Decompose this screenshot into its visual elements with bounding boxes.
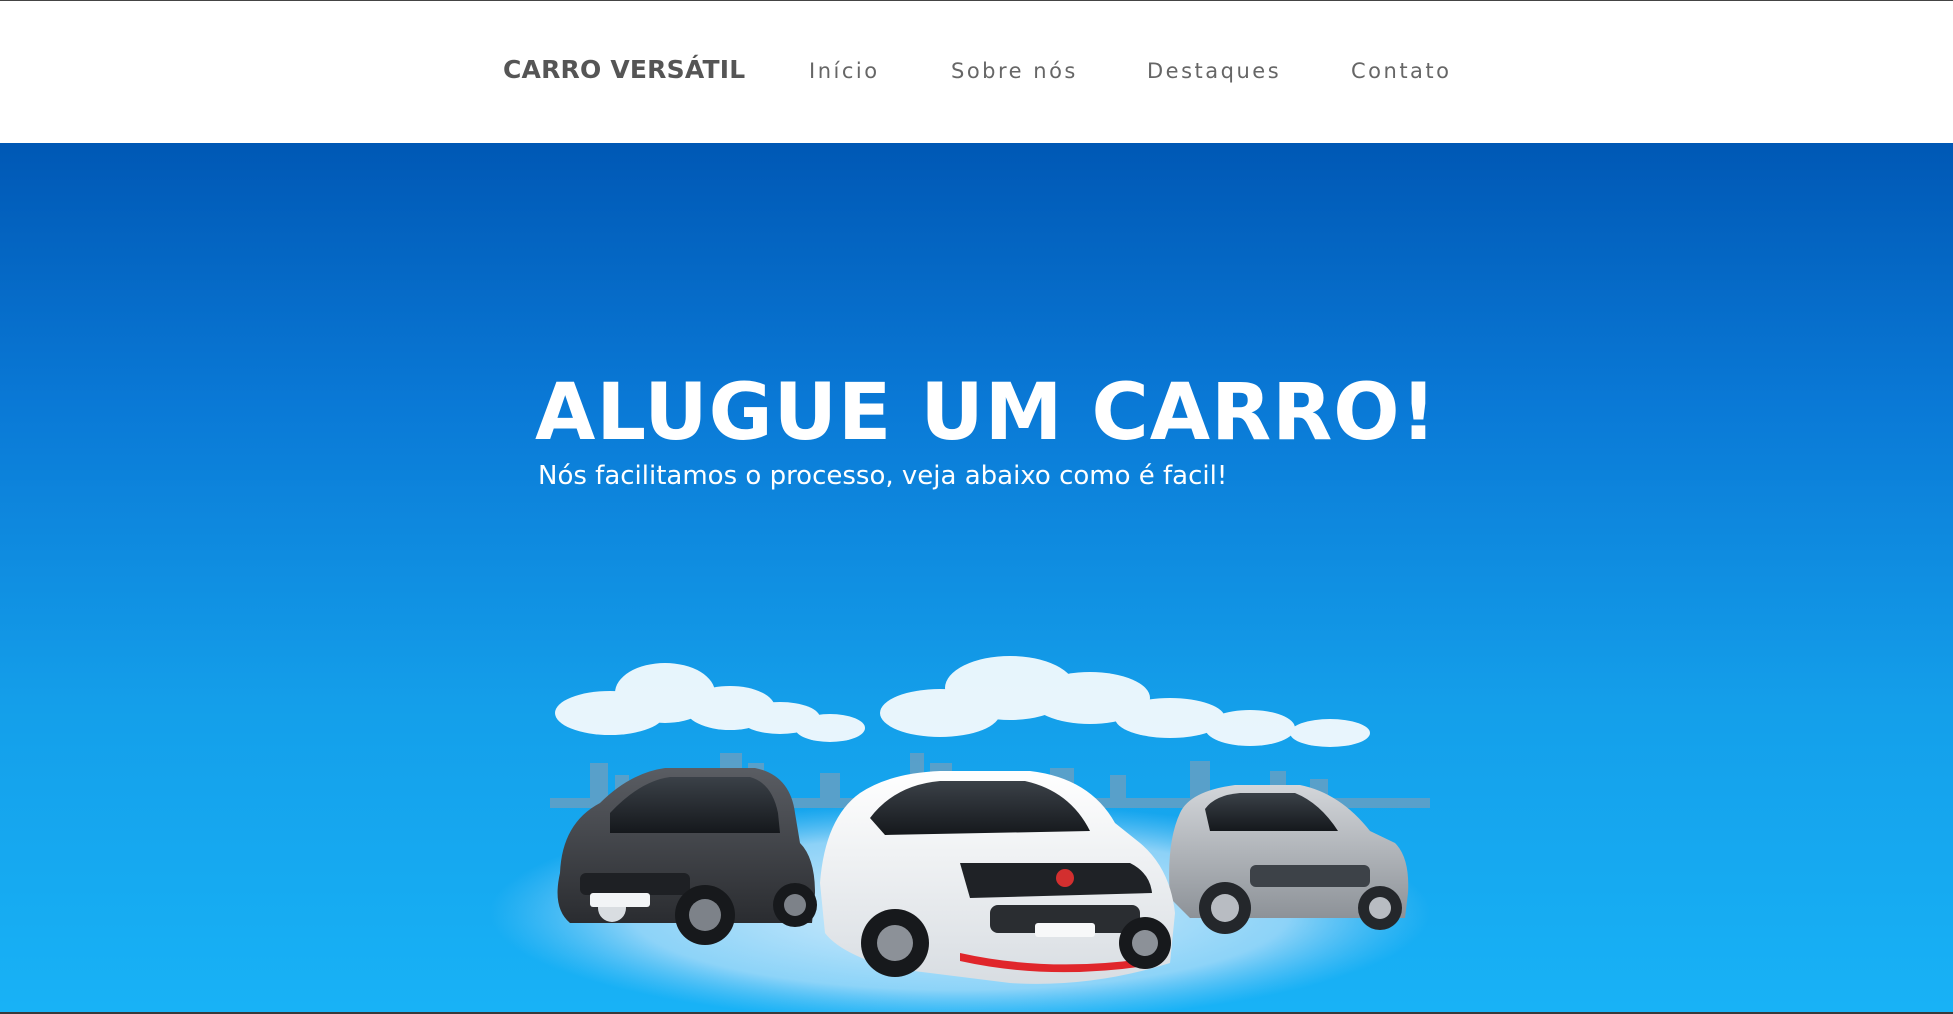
page: CARRO VERSÁTIL Início Sobre nós Destaque…: [0, 0, 1953, 1014]
cars-illustration-image: [490, 656, 1430, 1012]
nav-link-destaques[interactable]: Destaques: [1147, 59, 1281, 83]
hero-title: ALUGUE UM CARRO!: [535, 368, 1438, 458]
nav-link-sobre-nos[interactable]: Sobre nós: [951, 59, 1078, 83]
brand-logo-link[interactable]: CARRO VERSÁTIL: [503, 55, 745, 84]
nav-link-inicio[interactable]: Início: [809, 59, 880, 83]
hero-subtitle: Nós facilitamos o processo, veja abaixo …: [538, 461, 1228, 491]
hero-section: ALUGUE UM CARRO! Nós facilitamos o proce…: [0, 143, 1953, 1012]
nav-link-contato[interactable]: Contato: [1351, 59, 1452, 83]
navbar: CARRO VERSÁTIL Início Sobre nós Destaque…: [0, 1, 1953, 143]
clouds-graphic: [555, 656, 1370, 747]
